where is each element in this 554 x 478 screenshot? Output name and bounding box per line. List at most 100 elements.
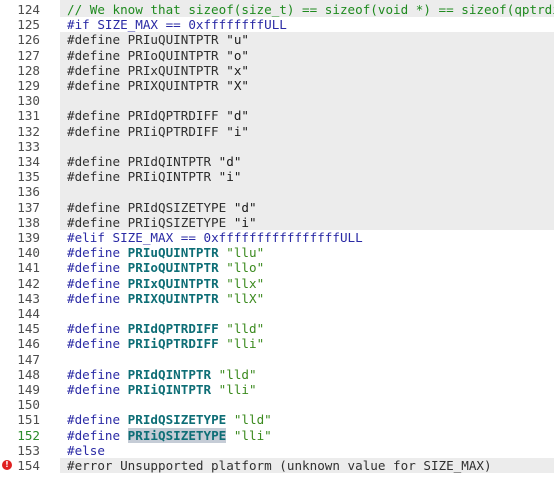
- code-region[interactable]: #define PRIXQUINTPTR "llX": [60, 291, 554, 306]
- inactive-code-region[interactable]: #define PRIXQUINTPTR "X": [60, 78, 554, 94]
- code-editor[interactable]: 124 // We know that sizeof(size_t) == siz…: [0, 0, 554, 478]
- code-text[interactable]: #define PRIoQUINTPTR "o": [67, 48, 249, 63]
- code-region[interactable]: #define PRIdQSIZETYPE "lld": [60, 412, 554, 427]
- code-text[interactable]: #define PRIxQUINTPTR "llx": [67, 276, 264, 291]
- code-line[interactable]: 131 #define PRIdQPTRDIFF "d": [0, 108, 554, 124]
- code-line[interactable]: 128 #define PRIxQUINTPTR "x": [0, 62, 554, 78]
- inactive-code-region[interactable]: [60, 184, 554, 200]
- code-region[interactable]: [60, 397, 554, 412]
- inactive-code-region[interactable]: #define PRIiQINTPTR "i": [60, 169, 554, 185]
- code-line[interactable]: 138 #define PRIiQSIZETYPE "i": [0, 214, 554, 230]
- code-line[interactable]: 149 #define PRIiQINTPTR "lli": [0, 382, 554, 397]
- code-line[interactable]: 139 #elif SIZE_MAX == 0xffffffffffffffffU…: [0, 230, 554, 245]
- code-text[interactable]: #define PRIdQSIZETYPE "lld": [67, 412, 272, 427]
- code-region[interactable]: #define PRIdQPTRDIFF "lld": [60, 321, 554, 336]
- inactive-code-region[interactable]: [60, 138, 554, 154]
- code-text[interactable]: #else: [67, 443, 105, 458]
- code-line[interactable]: 152 #define PRIiQSIZETYPE "lli": [0, 427, 554, 443]
- code-region[interactable]: #define PRIiQINTPTR "lli": [60, 382, 554, 397]
- code-line[interactable]: 148 #define PRIdQINTPTR "lld": [0, 367, 554, 382]
- code-line[interactable]: 146 #define PRIiQPTRDIFF "lli": [0, 336, 554, 351]
- inactive-code-region[interactable]: // We know that sizeof(size_t) == sizeof…: [60, 2, 554, 18]
- code-text[interactable]: #elif SIZE_MAX == 0xffffffffffffffffULL: [67, 230, 363, 245]
- code-text[interactable]: #define PRIXQUINTPTR "X": [67, 78, 249, 93]
- code-text[interactable]: #define PRIiQPTRDIFF "lli": [67, 336, 264, 351]
- code-line[interactable]: 150: [0, 397, 554, 412]
- macro-name: PRIuQUINTPTR: [127, 245, 219, 261]
- line-number: 137: [17, 199, 40, 215]
- code-text[interactable]: #define PRIdQPTRDIFF "d": [67, 108, 249, 123]
- code-line[interactable]: 140 #define PRIuQUINTPTR "llu": [0, 245, 554, 260]
- code-text[interactable]: #define PRIuQUINTPTR "llu": [67, 245, 264, 260]
- code-text[interactable]: #define PRIdQPTRDIFF "lld": [67, 321, 264, 336]
- code-text[interactable]: #define PRIdQSIZETYPE "d": [67, 200, 257, 215]
- code-token: #define PRIdQSIZETYPE: [67, 199, 234, 215]
- code-line[interactable]: 134 #define PRIdQINTPTR "d": [0, 154, 554, 170]
- code-line[interactable]: 136: [0, 184, 554, 200]
- line-number: 149: [17, 382, 40, 397]
- code-region[interactable]: [60, 306, 554, 321]
- code-text[interactable]: #define PRIxQUINTPTR "x": [67, 63, 249, 78]
- code-region[interactable]: #define PRIdQINTPTR "lld": [60, 367, 554, 382]
- code-text[interactable]: #define PRIiQINTPTR "i": [67, 169, 241, 184]
- inactive-code-region[interactable]: #error Unsupported platform (unknown val…: [60, 458, 554, 474]
- code-text[interactable]: #define PRIiQSIZETYPE "i": [67, 215, 257, 230]
- code-text[interactable]: #define PRIXQUINTPTR "llX": [67, 291, 264, 306]
- code-text[interactable]: // We know that sizeof(size_t) == sizeof…: [67, 2, 554, 17]
- code-line[interactable]: 127 #define PRIoQUINTPTR "o": [0, 47, 554, 63]
- code-line[interactable]: 126 #define PRIuQUINTPTR "u": [0, 32, 554, 48]
- code-text[interactable]: #define PRIiQINTPTR "lli": [67, 382, 257, 397]
- code-line[interactable]: ! 154 #error Unsupported platform (unknown…: [0, 458, 554, 474]
- string-literal: "lld": [218, 366, 257, 382]
- code-region[interactable]: #else: [60, 443, 554, 458]
- preprocessor-directive: #define: [67, 321, 128, 337]
- code-line[interactable]: 143 #define PRIXQUINTPTR "llX": [0, 291, 554, 306]
- inactive-code-region[interactable]: #define PRIoQUINTPTR "o": [60, 47, 554, 63]
- inactive-code-region[interactable]: #define PRIdQINTPTR "d": [60, 154, 554, 170]
- code-line[interactable]: 153 #else: [0, 443, 554, 458]
- code-line[interactable]: 151 #define PRIdQSIZETYPE "lld": [0, 412, 554, 427]
- inactive-code-region[interactable]: #define PRIxQUINTPTR "x": [60, 62, 554, 78]
- inactive-code-region[interactable]: #define PRIdQPTRDIFF "d": [60, 108, 554, 124]
- inactive-code-region[interactable]: #define PRIiQSIZETYPE "i": [60, 214, 554, 230]
- code-text[interactable]: #define PRIuQUINTPTR "u": [67, 32, 249, 47]
- preprocessor-directive: #if: [67, 17, 90, 33]
- code-text[interactable]: #define PRIiQPTRDIFF "i": [67, 124, 249, 139]
- inactive-code-region[interactable]: #define PRIuQUINTPTR "u": [60, 32, 554, 48]
- code-region[interactable]: #define PRIiQSIZETYPE "lli": [60, 427, 554, 443]
- code-line[interactable]: 124 // We know that sizeof(size_t) == siz…: [0, 2, 554, 18]
- inactive-code-region[interactable]: #define PRIdQSIZETYPE "d": [60, 199, 554, 215]
- code-line[interactable]: 147: [0, 352, 554, 367]
- inactive-code-region[interactable]: #define PRIiQPTRDIFF "i": [60, 123, 554, 139]
- code-line[interactable]: 144: [0, 306, 554, 321]
- code-line[interactable]: 129 #define PRIXQUINTPTR "X": [0, 78, 554, 94]
- code-token: #define PRIdQPTRDIFF: [67, 108, 227, 124]
- string-literal: "d": [218, 154, 242, 169]
- code-region[interactable]: #define PRIuQUINTPTR "llu": [60, 245, 554, 260]
- code-region[interactable]: #define PRIxQUINTPTR "llx": [60, 276, 554, 291]
- code-line[interactable]: 137 #define PRIdQSIZETYPE "d": [0, 199, 554, 215]
- inactive-code-region[interactable]: [60, 93, 554, 109]
- code-line[interactable]: 142 #define PRIxQUINTPTR "llx": [0, 276, 554, 291]
- preprocessor-directive: #define: [67, 382, 128, 397]
- code-line[interactable]: 125 #if SIZE_MAX == 0xffffffffULL: [0, 17, 554, 32]
- code-text[interactable]: #define PRIdQINTPTR "lld": [67, 367, 257, 382]
- code-text[interactable]: #if SIZE_MAX == 0xffffffffULL: [67, 17, 287, 32]
- code-text[interactable]: #define PRIoQUINTPTR "llo": [67, 260, 264, 275]
- code-region[interactable]: #if SIZE_MAX == 0xffffffffULL: [60, 17, 554, 32]
- code-line[interactable]: 132 #define PRIiQPTRDIFF "i": [0, 123, 554, 139]
- code-text[interactable]: #define PRIdQINTPTR "d": [67, 154, 241, 169]
- code-line[interactable]: 135 #define PRIiQINTPTR "i": [0, 169, 554, 185]
- code-line[interactable]: 145 #define PRIdQPTRDIFF "lld": [0, 321, 554, 336]
- code-line[interactable]: 130: [0, 93, 554, 109]
- code-line[interactable]: 133: [0, 138, 554, 154]
- code-text[interactable]: #error Unsupported platform (unknown val…: [67, 458, 492, 473]
- string-literal: "llo": [226, 260, 265, 276]
- code-line[interactable]: 141 #define PRIoQUINTPTR "llo": [0, 260, 554, 275]
- code-region[interactable]: #define PRIiQPTRDIFF "lli": [60, 336, 554, 351]
- code-region[interactable]: #define PRIoQUINTPTR "llo": [60, 260, 554, 275]
- code-region[interactable]: [60, 352, 554, 367]
- highlighted-macro-name: PRIiQSIZETYPE: [127, 427, 227, 443]
- code-text[interactable]: #define PRIiQSIZETYPE "lli": [67, 427, 272, 443]
- code-region[interactable]: #elif SIZE_MAX == 0xffffffffffffffffULL: [60, 230, 554, 245]
